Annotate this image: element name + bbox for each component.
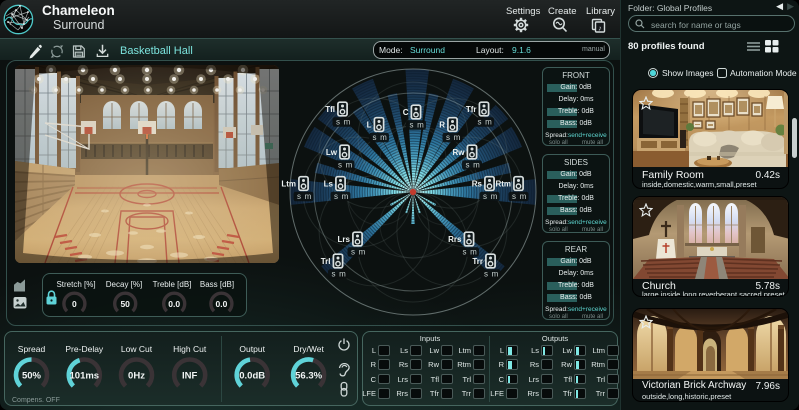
svg-text:♪: ♪ <box>598 24 602 33</box>
